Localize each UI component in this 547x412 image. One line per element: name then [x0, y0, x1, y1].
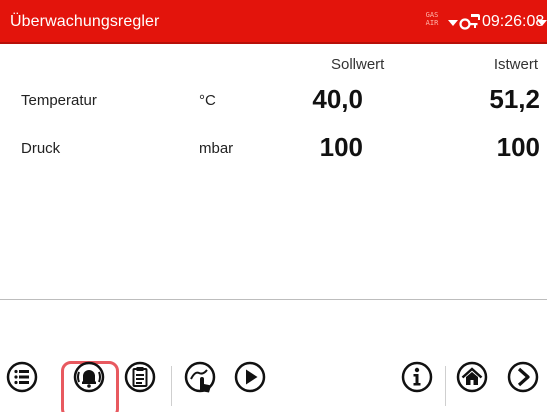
next-button[interactable] [503, 360, 543, 400]
gas-label: GAS [425, 11, 439, 19]
chevron-down-icon[interactable] [448, 20, 458, 26]
alarm-button[interactable] [68, 360, 108, 400]
info-icon [401, 361, 433, 393]
toolbar-divider [171, 366, 172, 406]
setpoint-value: 100 [319, 132, 363, 162]
column-header-setpoint: Sollwert [331, 56, 385, 73]
row-unit: °C [199, 92, 216, 109]
home-icon [456, 361, 488, 393]
setpoint-value: 40,0 [312, 84, 363, 114]
divider [0, 299, 547, 300]
play-icon [234, 361, 266, 393]
air-label: AIR [425, 19, 439, 27]
gas-air-indicator: GAS AIR [422, 11, 442, 27]
row-label: Druck [21, 140, 61, 157]
toolbar-divider [445, 366, 446, 406]
key-lock-icon [459, 14, 480, 30]
page-title: Überwachungsregler [10, 13, 160, 30]
row-unit: mbar [199, 140, 234, 157]
next-icon [507, 361, 539, 393]
alarm-icon [73, 361, 105, 393]
clock: 09:26:08 [482, 13, 545, 30]
actual-value: 100 [496, 132, 540, 162]
program-button[interactable] [180, 360, 220, 400]
actual-value: 51,2 [489, 84, 540, 114]
title-bar: Überwachungsregler GAS AIR 09:26:08 [0, 0, 547, 44]
row-label: Temperatur [21, 92, 97, 109]
home-button[interactable] [452, 360, 492, 400]
menu-button[interactable] [2, 360, 42, 400]
protocol-button[interactable] [120, 360, 160, 400]
column-header-actual: Istwert [493, 56, 538, 73]
menu-icon [6, 361, 38, 393]
bottom-toolbar [0, 360, 547, 412]
start-button[interactable] [230, 360, 270, 400]
info-button[interactable] [397, 360, 437, 400]
chevron-down-icon[interactable] [537, 20, 547, 26]
touch-icon [184, 361, 216, 393]
clipboard-icon [124, 361, 156, 393]
